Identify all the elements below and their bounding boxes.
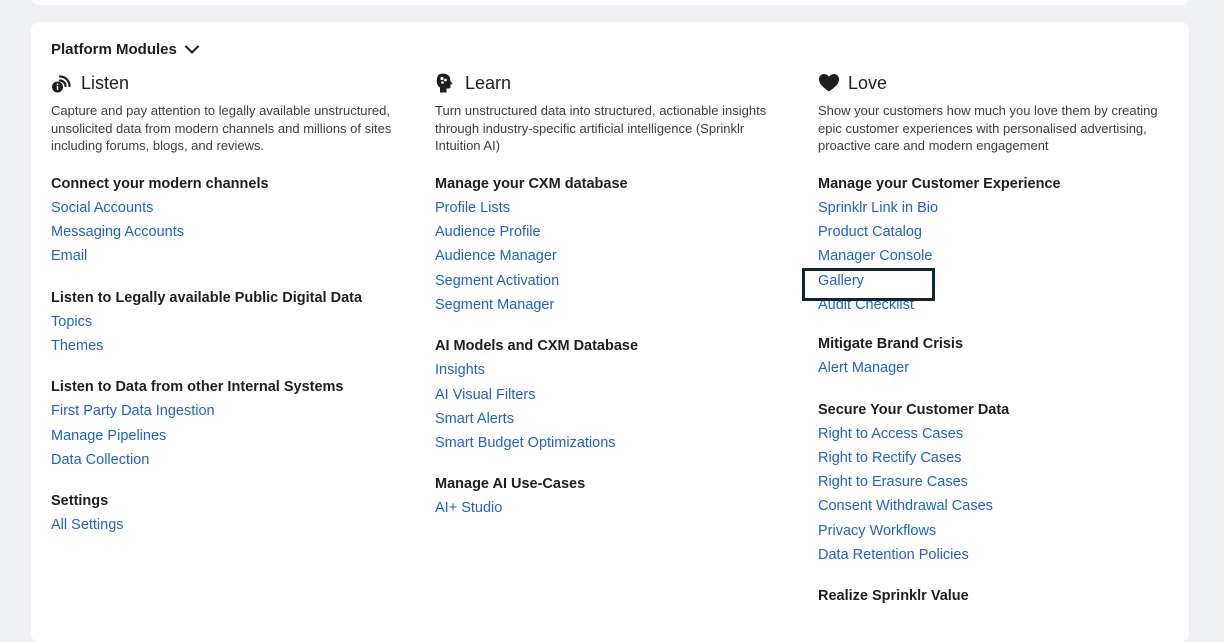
link-data-collection[interactable]: Data Collection <box>51 448 411 472</box>
link-ai-visual-filters[interactable]: AI Visual Filters <box>435 383 795 407</box>
link-right-to-access-cases[interactable]: Right to Access Cases <box>818 422 1178 446</box>
link-first-party-data-ingestion[interactable]: First Party Data Ingestion <box>51 399 411 423</box>
love-header: Love <box>818 70 1178 96</box>
group-title: Mitigate Brand Crisis <box>818 336 964 353</box>
group-title: Listen to Data from other Internal Syste… <box>51 379 344 396</box>
link-consent-withdrawal-cases[interactable]: Consent Withdrawal Cases <box>818 494 1178 518</box>
group-title: Realize Sprinklr Value <box>818 588 969 605</box>
platform-modules-toggle[interactable]: Platform Modules <box>51 41 199 58</box>
group-title: Manage your Customer Experience <box>818 175 1061 192</box>
link-gallery[interactable]: Gallery <box>818 269 1178 293</box>
link-profile-lists[interactable]: Profile Lists <box>435 196 795 220</box>
listen-column: Listen Capture and pay attention to lega… <box>51 70 411 537</box>
listen-group-internal-systems: Listen to Data from other Internal Syste… <box>51 378 411 472</box>
chevron-down-icon <box>184 45 199 54</box>
group-title: Secure Your Customer Data <box>818 401 1010 418</box>
listen-description: Capture and pay attention to legally ava… <box>51 103 392 154</box>
love-group-realize-value: Realize Sprinklr Value <box>818 587 1178 605</box>
love-group-brand-crisis: Mitigate Brand Crisis Alert Manager <box>818 335 1178 380</box>
learn-title: Learn <box>465 72 512 93</box>
love-title: Love <box>848 72 888 93</box>
group-title: Manage your CXM database <box>435 175 628 192</box>
link-ai-plus-studio[interactable]: AI+ Studio <box>435 496 795 520</box>
link-insights[interactable]: Insights <box>435 358 795 382</box>
link-manager-console[interactable]: Manager Console <box>818 244 1178 268</box>
link-alert-manager[interactable]: Alert Manager <box>818 356 1178 380</box>
link-segment-manager[interactable]: Segment Manager <box>435 293 795 317</box>
link-product-catalog[interactable]: Product Catalog <box>818 220 1178 244</box>
link-right-to-rectify-cases[interactable]: Right to Rectify Cases <box>818 446 1178 470</box>
brain-head-icon <box>436 73 453 93</box>
love-description: Show your customers how much you love th… <box>818 103 1158 154</box>
link-topics[interactable]: Topics <box>51 310 411 334</box>
listen-group-channels: Connect your modern channels Social Acco… <box>51 175 411 269</box>
broadcast-info-icon <box>52 75 71 93</box>
group-title: Connect your modern channels <box>51 175 269 192</box>
group-title: Settings <box>51 493 109 510</box>
group-title: Listen to Legally available Public Digit… <box>51 289 363 306</box>
link-data-retention-policies[interactable]: Data Retention Policies <box>818 543 1178 567</box>
link-social-accounts[interactable]: Social Accounts <box>51 196 411 220</box>
platform-modules-card: Platform Modules Listen Capture and pay … <box>31 22 1189 642</box>
love-group-customer-experience: Manage your Customer Experience Sprinklr… <box>818 175 1178 317</box>
learn-description: Turn unstructured data into structured, … <box>435 103 767 154</box>
listen-group-settings: Settings All Settings <box>51 492 411 537</box>
learn-group-ai-models: AI Models and CXM Database Insights AI V… <box>435 337 795 455</box>
link-themes[interactable]: Themes <box>51 334 411 358</box>
group-title: AI Models and CXM Database <box>435 338 639 355</box>
heart-icon <box>819 74 839 92</box>
link-smart-alerts[interactable]: Smart Alerts <box>435 407 795 431</box>
link-audit-checklist[interactable]: Audit Checklist <box>818 293 1178 317</box>
link-smart-budget-optimizations[interactable]: Smart Budget Optimizations <box>435 431 795 455</box>
learn-group-cxm-database: Manage your CXM database Profile Lists A… <box>435 175 795 317</box>
group-title: Manage AI Use-Cases <box>435 476 586 493</box>
listen-header: Listen <box>51 70 411 96</box>
section-title: Platform Modules <box>51 41 177 58</box>
learn-group-ai-use-cases: Manage AI Use-Cases AI+ Studio <box>435 475 795 520</box>
link-messaging-accounts[interactable]: Messaging Accounts <box>51 220 411 244</box>
link-all-settings[interactable]: All Settings <box>51 513 411 537</box>
love-group-secure-data: Secure Your Customer Data Right to Acces… <box>818 401 1178 568</box>
link-segment-activation[interactable]: Segment Activation <box>435 269 795 293</box>
link-audience-manager[interactable]: Audience Manager <box>435 244 795 268</box>
listen-title: Listen <box>81 72 130 93</box>
top-card <box>31 0 1189 5</box>
link-audience-profile[interactable]: Audience Profile <box>435 220 795 244</box>
love-column: Love Show your customers how much you lo… <box>818 70 1178 608</box>
learn-column: Learn Turn unstructured data into struct… <box>435 70 795 521</box>
link-sprinklr-link-in-bio[interactable]: Sprinklr Link in Bio <box>818 196 1178 220</box>
learn-header: Learn <box>435 70 795 96</box>
link-right-to-erasure-cases[interactable]: Right to Erasure Cases <box>818 470 1178 494</box>
link-manage-pipelines[interactable]: Manage Pipelines <box>51 424 411 448</box>
link-privacy-workflows[interactable]: Privacy Workflows <box>818 519 1178 543</box>
listen-group-public-data: Listen to Legally available Public Digit… <box>51 289 411 359</box>
link-email[interactable]: Email <box>51 244 411 268</box>
